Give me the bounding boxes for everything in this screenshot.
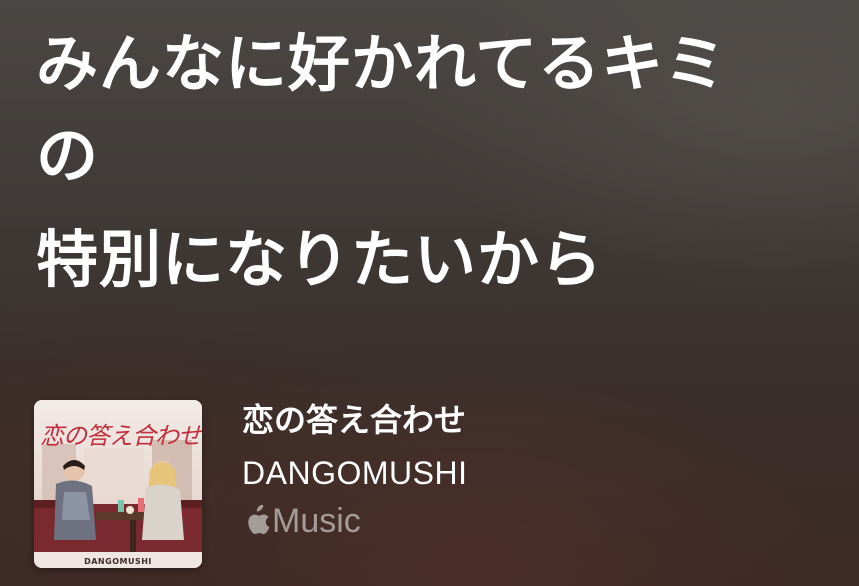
lyric-line-1: みんなに好かれてるキミ (36, 27, 728, 100)
artist-name[interactable]: DANGOMUSHI (242, 454, 467, 492)
lyric-line-1-wrap: の (36, 119, 99, 192)
album-artwork[interactable]: 恋の答え合わせ DANGOMUSHI (34, 400, 202, 568)
track-attribution[interactable]: 恋の答え合わせ DANGOMUSHI 恋の答え合わせ DANGOMUSHI Mu… (34, 400, 834, 570)
track-info: 恋の答え合わせ DANGOMUSHI Music (242, 400, 467, 540)
song-title[interactable]: 恋の答え合わせ (242, 400, 467, 440)
streaming-service[interactable]: Music (242, 502, 467, 540)
lyric-line-2: 特別になりたいから (36, 223, 604, 296)
lyrics-share-card: みんなに好かれてるキミ の 特別になりたいから 恋の答え合わせ DANGOMUS… (0, 0, 859, 586)
apple-logo-icon (242, 504, 270, 537)
lyrics-block: みんなに好かれてるキミ の 特別になりたいから (36, 18, 836, 306)
album-artwork-caption: DANGOMUSHI (84, 557, 152, 566)
service-label: Music (272, 502, 361, 540)
album-artwork-title: 恋の答え合わせ (40, 422, 202, 450)
